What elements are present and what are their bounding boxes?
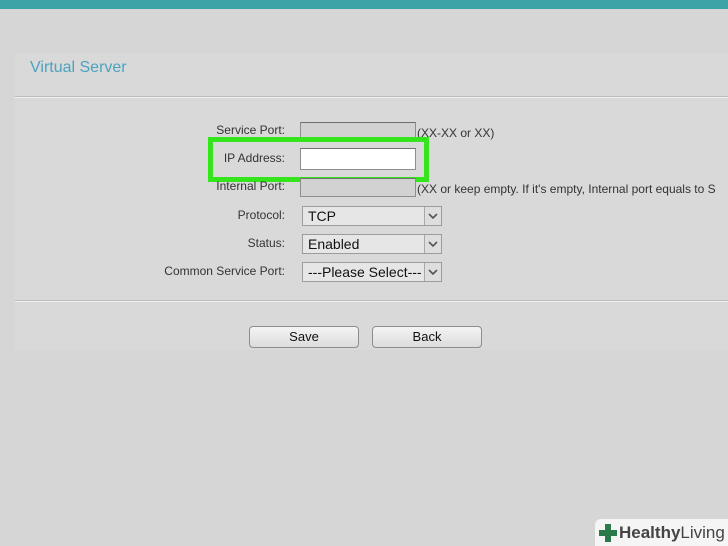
- service-port-label: Service Port:: [216, 123, 285, 137]
- page-title: Virtual Server: [30, 59, 127, 76]
- back-button[interactable]: Back: [372, 326, 482, 348]
- common-service-port-label: Common Service Port:: [164, 264, 285, 278]
- ip-address-input[interactable]: [300, 148, 416, 170]
- status-value: Enabled: [308, 236, 360, 252]
- protocol-value: TCP: [308, 208, 336, 224]
- save-button[interactable]: Save: [249, 326, 359, 348]
- protocol-label: Protocol:: [237, 208, 285, 222]
- top-bar: [0, 0, 728, 9]
- healthy-living-watermark: HealthyLiving: [595, 519, 728, 546]
- common-service-port-value: ---Please Select---: [308, 264, 422, 280]
- virtual-server-panel: Virtual Server: [15, 53, 728, 350]
- status-select[interactable]: Enabled: [302, 234, 442, 254]
- protocol-select[interactable]: TCP: [302, 206, 442, 226]
- status-label: Status:: [247, 236, 285, 250]
- cross-icon: [599, 523, 617, 542]
- internal-port-input[interactable]: [300, 178, 416, 197]
- form-divider-highlight: [15, 301, 728, 302]
- chevron-down-icon[interactable]: [424, 263, 441, 281]
- chevron-down-icon[interactable]: [424, 235, 441, 253]
- watermark-text: HealthyLiving: [619, 522, 725, 542]
- chevron-down-icon[interactable]: [424, 207, 441, 225]
- ip-address-label: IP Address:: [223, 151, 285, 165]
- title-divider-highlight: [15, 97, 728, 98]
- internal-port-label: Internal Port:: [216, 179, 285, 193]
- common-service-port-select[interactable]: ---Please Select---: [302, 262, 442, 282]
- internal-port-hint: (XX or keep empty. If it's empty, Intern…: [417, 182, 716, 196]
